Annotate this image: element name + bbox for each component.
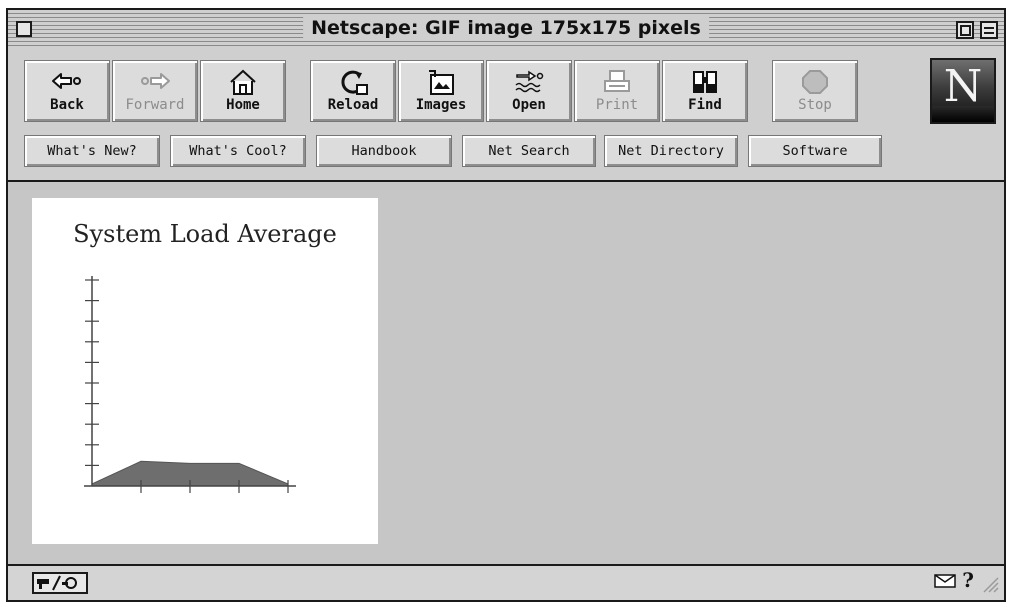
close-box[interactable] [16, 21, 32, 37]
forward-button[interactable]: Forward [112, 60, 198, 122]
stop-icon [802, 70, 828, 94]
open-icon [515, 70, 544, 93]
load-average-chart [84, 276, 296, 493]
images-button[interactable]: Images [398, 60, 484, 122]
binoculars-icon [693, 71, 717, 93]
stop-label: Stop [798, 97, 832, 113]
open-label: Open [512, 97, 546, 113]
reload-icon [341, 70, 368, 95]
mail-icon[interactable] [934, 573, 956, 589]
status-bar: ? [8, 564, 1004, 600]
logo-letter: N [943, 61, 983, 112]
software-button[interactable]: Software [748, 135, 882, 167]
net-search-button[interactable]: Net Search [462, 135, 596, 167]
title-bar[interactable]: Netscape: GIF image 175x175 pixels [8, 10, 1004, 50]
images-label: Images [415, 97, 467, 113]
zoom-box[interactable] [956, 21, 974, 39]
security-indicator[interactable] [32, 572, 88, 594]
find-button[interactable]: Find [662, 60, 748, 122]
resize-grip-icon[interactable] [978, 572, 1000, 594]
browser-window: Netscape: GIF image 175x175 pixels Back … [6, 8, 1006, 602]
window-title: Netscape: GIF image 175x175 pixels [303, 17, 709, 39]
images-icon [429, 70, 454, 95]
toolbar: Back Forward Home Reload Images Open Pri… [8, 48, 1004, 182]
whats-cool-button[interactable]: What's Cool? [170, 135, 306, 167]
collapse-box[interactable] [980, 21, 998, 39]
back-arrow-icon [52, 73, 81, 89]
reload-label: Reload [327, 97, 379, 113]
help-icon[interactable]: ? [962, 568, 974, 592]
whats-new-button[interactable]: What's New? [24, 135, 160, 167]
home-label: Home [226, 97, 260, 113]
stop-button[interactable]: Stop [772, 60, 858, 122]
print-button[interactable]: Print [574, 60, 660, 122]
handbook-button[interactable]: Handbook [316, 135, 452, 167]
printer-icon [604, 70, 630, 92]
forward-label: Forward [125, 97, 185, 113]
gif-image: System Load Average [32, 198, 378, 544]
net-directory-button[interactable]: Net Directory [604, 135, 738, 167]
reload-button[interactable]: Reload [310, 60, 396, 122]
content-area: System Load Average [8, 182, 1004, 564]
broken-key-icon [37, 575, 77, 591]
forward-arrow-icon [141, 73, 170, 89]
home-icon [230, 69, 256, 95]
back-label: Back [50, 97, 84, 113]
back-button[interactable]: Back [24, 60, 110, 122]
home-button[interactable]: Home [200, 60, 286, 122]
open-button[interactable]: Open [486, 60, 572, 122]
find-label: Find [688, 97, 722, 113]
netscape-logo[interactable]: N [930, 58, 996, 124]
print-label: Print [595, 97, 639, 113]
